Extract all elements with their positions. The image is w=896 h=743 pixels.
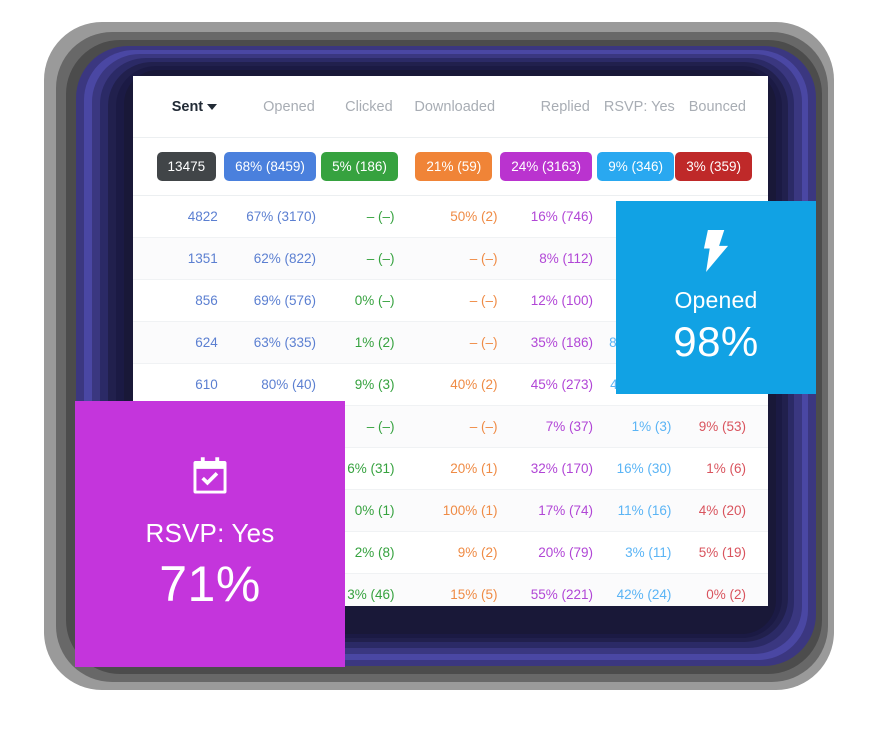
cell-bounced: 5% (19) [698, 545, 747, 560]
cell-replied: 17% (74) [538, 503, 593, 518]
summary-badge-rsvp_yes[interactable]: 9% (346) [597, 151, 674, 182]
summary-badge-bounced[interactable]: 3% (359) [675, 151, 752, 182]
cell-rsvp_yes: 16% (30) [616, 461, 672, 476]
cell-opened: 63% (335) [253, 335, 317, 350]
stat-card-opened-value: 98% [673, 317, 759, 365]
stat-card-rsvp-yes[interactable]: RSVP: Yes 71% [75, 401, 345, 667]
cell-bounced: 4% (20) [698, 503, 747, 518]
cell-rsvp_yes: 42% (24) [616, 587, 672, 602]
stat-card-rsvp-label: RSVP: Yes [145, 518, 275, 548]
summary-badge-cell: 9% (346) [597, 151, 682, 182]
column-header-label: Clicked [345, 98, 393, 115]
cell-opened: 69% (576) [253, 293, 317, 308]
summary-badge-cell: 13475 [141, 151, 224, 182]
column-header-label: Replied [540, 98, 590, 115]
table-header-row: Sent Opened Clicked Downloaded Replied RSVP: … [133, 76, 768, 138]
summary-badge-cell: 3% (359) [675, 151, 760, 182]
cell-rsvp_yes: 11% (16) [617, 503, 672, 518]
column-header-label: Sent [171, 98, 204, 115]
cell-opened: 67% (3170) [246, 209, 317, 224]
cell-replied: 45% (273) [530, 377, 593, 392]
cell-replied: 8% (112) [539, 251, 593, 266]
cell-clicked: 1% (2) [354, 335, 395, 350]
stat-card-rsvp-value: 71% [159, 556, 261, 612]
column-header-label: Bounced [688, 98, 746, 115]
cell-opened: 80% (40) [261, 377, 317, 392]
summary-badge-opened[interactable]: 68% (8459) [224, 151, 316, 182]
cell-rsvp_yes: 1% (3) [631, 419, 672, 434]
cell-bounced: 1% (6) [706, 461, 747, 476]
lightning-bolt-icon [699, 229, 733, 277]
cell-replied: 16% (746) [530, 209, 593, 224]
column-header-label: RSVP: Yes [603, 98, 675, 115]
cell-downloaded: 40% (2) [450, 377, 498, 392]
summary-badge-sent[interactable]: 13475 [156, 151, 217, 182]
cell-clicked: – (–) [366, 209, 395, 224]
cell-replied: 7% (37) [545, 419, 593, 434]
cell-downloaded: – (–) [469, 419, 498, 434]
summary-badge-cell: 68% (8459) [224, 151, 324, 182]
summary-badge-cell: 24% (3163) [500, 151, 600, 182]
cell-sent: 610 [195, 377, 218, 392]
cell-downloaded: 15% (5) [450, 587, 498, 602]
cell-downloaded: – (–) [469, 293, 498, 308]
cell-downloaded: 9% (2) [457, 545, 498, 560]
cell-clicked: 0% (–) [354, 293, 395, 308]
cell-replied: 20% (79) [538, 545, 593, 560]
column-header-opened[interactable]: Opened [231, 99, 329, 115]
summary-badge-downloaded[interactable]: 21% (59) [415, 151, 493, 182]
cell-rsvp_yes: 3% (11) [625, 545, 672, 560]
cell-bounced: 9% (53) [698, 419, 747, 434]
calendar-check-icon [188, 455, 232, 504]
cell-downloaded: – (–) [469, 335, 498, 350]
cell-sent: 4822 [187, 209, 218, 224]
column-header-replied[interactable]: Replied [509, 99, 604, 115]
cell-bounced: 0% (2) [706, 587, 747, 602]
cell-downloaded: 20% (1) [450, 461, 498, 476]
summary-badge-cell: 5% (186) [321, 151, 406, 182]
cell-replied: 12% (100) [530, 293, 593, 308]
column-header-bounced[interactable]: Bounced [686, 99, 760, 115]
cell-replied: 35% (186) [530, 335, 593, 350]
cell-opened: 62% (822) [253, 251, 317, 266]
summary-badge-row: 13475 68% (8459) 5% (186) 21% (59) 24% (3163… [133, 138, 768, 196]
cell-downloaded: 50% (2) [450, 209, 498, 224]
column-header-rsvp_yes[interactable]: RSVP: Yes [604, 99, 686, 115]
sort-caret-down-icon[interactable] [207, 103, 218, 110]
column-header-label: Opened [263, 98, 315, 115]
cell-clicked: – (–) [366, 251, 395, 266]
cell-replied: 55% (221) [530, 587, 593, 602]
cell-sent: 624 [195, 335, 218, 350]
column-header-label: Downloaded [414, 98, 496, 115]
cell-replied: 32% (170) [530, 461, 593, 476]
stat-card-opened[interactable]: Opened 98% [616, 201, 816, 394]
column-header-sent[interactable]: Sent [141, 99, 231, 115]
column-header-downloaded[interactable]: Downloaded [407, 99, 509, 115]
cell-downloaded: – (–) [469, 251, 498, 266]
cell-clicked: 9% (3) [354, 377, 395, 392]
summary-badge-cell: 21% (59) [406, 151, 500, 182]
column-header-clicked[interactable]: Clicked [329, 99, 407, 115]
summary-badge-replied[interactable]: 24% (3163) [500, 151, 592, 182]
cell-sent: 1351 [187, 251, 218, 266]
stat-card-opened-label: Opened [674, 286, 758, 313]
summary-badge-clicked[interactable]: 5% (186) [321, 151, 398, 182]
cell-sent: 856 [195, 293, 218, 308]
cell-downloaded: 100% (1) [442, 503, 498, 518]
